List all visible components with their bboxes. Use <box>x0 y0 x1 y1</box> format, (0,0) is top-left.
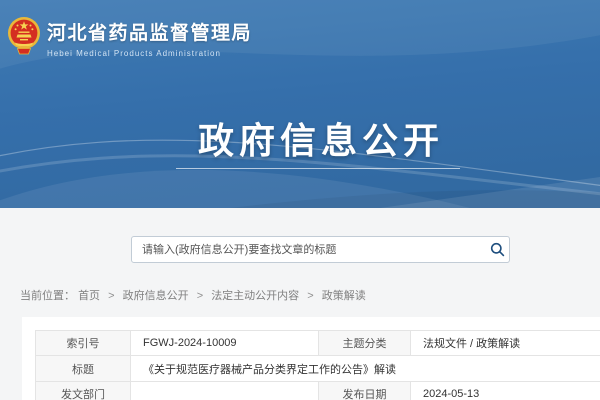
breadcrumb-separator: > <box>108 290 114 302</box>
org-logo-link[interactable]: 河北省药品监督管理局 Hebei Medical Products Admini… <box>7 15 252 58</box>
index-number-value: FGWJ-2024-10009 <box>131 331 319 356</box>
category-label: 主题分类 <box>319 331 411 356</box>
document-meta-table: 索引号 FGWJ-2024-10009 主题分类 法规文件 / 政策解读 标题 … <box>35 330 600 400</box>
search-button[interactable] <box>485 237 509 262</box>
hero-banner: 河北省药品监督管理局 Hebei Medical Products Admini… <box>0 0 600 208</box>
breadcrumb-item-statutory-content[interactable]: 法定主动公开内容 <box>211 290 299 302</box>
title-underline <box>176 168 460 169</box>
national-emblem-icon <box>7 15 41 55</box>
org-name-en: Hebei Medical Products Administration <box>47 49 252 58</box>
search-box <box>131 236 510 263</box>
breadcrumb-separator: > <box>197 290 203 302</box>
search-input[interactable] <box>132 237 485 262</box>
table-row-department-date: 发文部门 发布日期 2024-05-13 <box>36 382 600 400</box>
breadcrumb-item-info-disclosure[interactable]: 政府信息公开 <box>123 290 189 302</box>
breadcrumb-label: 当前位置： <box>20 290 75 302</box>
page-title: 政府信息公开 <box>0 112 600 164</box>
breadcrumb: 当前位置： 首页 > 政府信息公开 > 法定主动公开内容 > 政策解读 <box>20 287 366 303</box>
doc-title-value: 《关于规范医疗器械产品分类界定工作的公告》解读 <box>131 356 600 382</box>
breadcrumb-item-policy-interpretation[interactable]: 政策解读 <box>322 290 366 302</box>
index-number-label: 索引号 <box>36 331 131 356</box>
org-name-zh: 河北省药品监督管理局 <box>47 18 252 45</box>
search-icon <box>490 242 505 257</box>
department-value <box>131 382 319 400</box>
doc-title-label: 标题 <box>36 356 131 382</box>
org-titles: 河北省药品监督管理局 Hebei Medical Products Admini… <box>47 15 252 58</box>
publish-date-value: 2024-05-13 <box>411 382 600 400</box>
page: 河北省药品监督管理局 Hebei Medical Products Admini… <box>0 0 600 400</box>
department-label: 发文部门 <box>36 382 131 400</box>
breadcrumb-item-home[interactable]: 首页 <box>78 290 100 302</box>
publish-date-label: 发布日期 <box>319 382 411 400</box>
breadcrumb-separator: > <box>307 290 313 302</box>
category-value: 法规文件 / 政策解读 <box>411 331 600 356</box>
document-card: 索引号 FGWJ-2024-10009 主题分类 法规文件 / 政策解读 标题 … <box>22 317 600 400</box>
table-row-index-category: 索引号 FGWJ-2024-10009 主题分类 法规文件 / 政策解读 <box>36 331 600 356</box>
table-row-title: 标题 《关于规范医疗器械产品分类界定工作的公告》解读 <box>36 356 600 382</box>
